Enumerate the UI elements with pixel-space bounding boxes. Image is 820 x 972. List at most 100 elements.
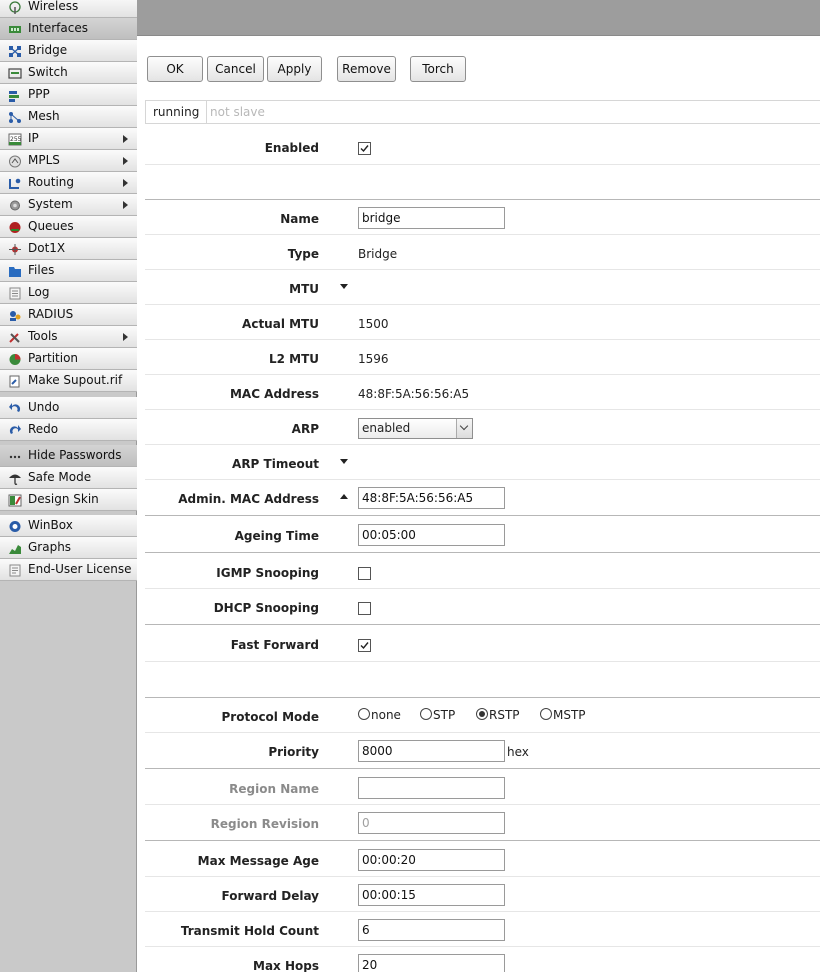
sidebar-item-dot1x[interactable]: Dot1X [0, 238, 137, 260]
chevron-down-icon[interactable] [456, 419, 472, 438]
radio-mstp-icon [540, 708, 552, 720]
sidebar-item-label: RADIUS [28, 307, 74, 321]
name-input[interactable] [358, 207, 505, 229]
arp-label: ARP [291, 422, 319, 436]
fast-forward-checkbox[interactable] [358, 639, 371, 652]
sidebar-item-ppp[interactable]: PPP [0, 84, 137, 106]
sidebar-item-system[interactable]: System [0, 194, 137, 216]
admin-mac-collapse-icon[interactable] [340, 494, 348, 499]
row-type: Type Bridge [145, 235, 820, 270]
queues-icon [8, 220, 22, 233]
row-enabled: Enabled [145, 130, 820, 165]
admin-mac-input[interactable] [358, 487, 505, 509]
arp-selected-value: enabled [362, 421, 411, 435]
apply-button[interactable]: Apply [267, 56, 322, 82]
sidebar-item-design-skin[interactable]: Design Skin [0, 489, 137, 511]
sidebar-item-mesh[interactable]: Mesh [0, 106, 137, 128]
row-mac-address: MAC Address 48:8F:5A:56:56:A5 [145, 375, 820, 410]
row-spacer [145, 165, 820, 200]
svg-text:255: 255 [10, 136, 22, 143]
submenu-arrow-icon [123, 333, 128, 341]
row-actual-mtu: Actual MTU 1500 [145, 305, 820, 340]
sidebar-item-label: System [28, 197, 73, 211]
supout-icon [8, 374, 22, 388]
sidebar-item-ip[interactable]: 255 IP [0, 128, 137, 150]
sidebar-item-safe-mode[interactable]: Safe Mode [0, 467, 137, 489]
protocol-mode-mstp[interactable]: MSTP [540, 708, 586, 722]
radio-none-label: none [371, 708, 401, 722]
transmit-hold-count-input[interactable] [358, 919, 505, 941]
sidebar-item-label: Dot1X [28, 241, 66, 255]
sidebar-item-end-user-license[interactable]: End-User License [0, 559, 137, 581]
sidebar-item-label: PPP [28, 87, 50, 101]
protocol-mode-none[interactable]: none [358, 708, 401, 722]
sidebar-item-label: MPLS [28, 153, 60, 167]
max-message-age-label: Max Message Age [197, 854, 319, 868]
dhcp-snooping-checkbox[interactable] [358, 602, 371, 615]
submenu-arrow-icon [123, 157, 128, 165]
wireless-icon [8, 0, 22, 14]
sidebar-item-undo[interactable]: Undo [0, 397, 137, 419]
arp-select[interactable]: enabled [358, 418, 473, 439]
priority-suffix: hex [507, 745, 529, 759]
enabled-checkbox[interactable] [358, 142, 371, 155]
partition-icon [8, 352, 22, 365]
sidebar-item-partition[interactable]: Partition [0, 348, 137, 370]
sidebar-item-redo[interactable]: Redo [0, 419, 137, 441]
enabled-label: Enabled [264, 141, 319, 155]
protocol-mode-rstp[interactable]: RSTP [476, 708, 520, 722]
sidebar-item-make-supout-rif[interactable]: Make Supout.rif [0, 370, 137, 392]
tools-icon [8, 330, 22, 343]
region-name-input[interactable] [358, 777, 505, 799]
igmp-snooping-checkbox[interactable] [358, 567, 371, 580]
sidebar-item-mpls[interactable]: MPLS [0, 150, 137, 172]
type-label: Type [287, 247, 319, 261]
sidebar-item-bridge[interactable]: Bridge [0, 40, 137, 62]
row-fast-forward: Fast Forward [145, 625, 820, 662]
row-l2-mtu: L2 MTU 1596 [145, 340, 820, 375]
type-value: Bridge [358, 247, 398, 261]
sidebar-item-label: Design Skin [28, 492, 99, 506]
sidebar-item-files[interactable]: Files [0, 260, 137, 282]
region-revision-input[interactable] [358, 812, 505, 834]
protocol-mode-stp[interactable]: STP [420, 708, 455, 722]
row-max-message-age: Max Message Age [145, 841, 820, 877]
forward-delay-label: Forward Delay [221, 889, 319, 903]
row-transmit-hold-count: Transmit Hold Count [145, 912, 820, 947]
protocol-mode-label: Protocol Mode [221, 710, 320, 724]
mpls-icon [8, 154, 22, 168]
sidebar-item-graphs[interactable]: Graphs [0, 537, 137, 559]
arp-timeout-expand-icon[interactable] [340, 459, 348, 464]
torch-button[interactable]: Torch [410, 56, 466, 82]
sidebar-item-radius[interactable]: RADIUS [0, 304, 137, 326]
sidebar-item-label: Bridge [28, 43, 68, 57]
row-max-hops: Max Hops [145, 947, 820, 972]
ok-button[interactable]: OK [147, 56, 203, 82]
priority-input[interactable] [358, 740, 505, 762]
sidebar-item-wireless[interactable]: Wireless [0, 0, 137, 18]
sidebar-item-routing[interactable]: Routing [0, 172, 137, 194]
ip-icon: 255 [8, 132, 22, 146]
safe-mode-icon [8, 471, 22, 485]
mtu-expand-icon[interactable] [340, 284, 348, 289]
check-icon [360, 642, 369, 650]
sidebar-item-queues[interactable]: Queues [0, 216, 137, 238]
sidebar-item-winbox[interactable]: WinBox [0, 515, 137, 537]
forward-delay-input[interactable] [358, 884, 505, 906]
sidebar-item-label: Partition [28, 351, 79, 365]
remove-button[interactable]: Remove [337, 56, 396, 82]
ageing-time-input[interactable] [358, 524, 505, 546]
fast-forward-label: Fast Forward [230, 638, 319, 652]
row-name: Name [145, 200, 820, 235]
max-hops-input[interactable] [358, 954, 505, 972]
cancel-button[interactable]: Cancel [207, 56, 264, 82]
sidebar-item-log[interactable]: Log [0, 282, 137, 304]
toolbar: OK Cancel Apply Remove Torch [137, 36, 820, 100]
sidebar-item-tools[interactable]: Tools [0, 326, 137, 348]
max-message-age-input[interactable] [358, 849, 505, 871]
sidebar-item-interfaces[interactable]: Interfaces [0, 18, 137, 40]
sidebar-item-hide-passwords[interactable]: Hide Passwords [0, 445, 137, 467]
row-dhcp-snooping: DHCP Snooping [145, 589, 820, 625]
admin-mac-label: Admin. MAC Address [178, 492, 319, 506]
sidebar-item-switch[interactable]: Switch [0, 62, 137, 84]
